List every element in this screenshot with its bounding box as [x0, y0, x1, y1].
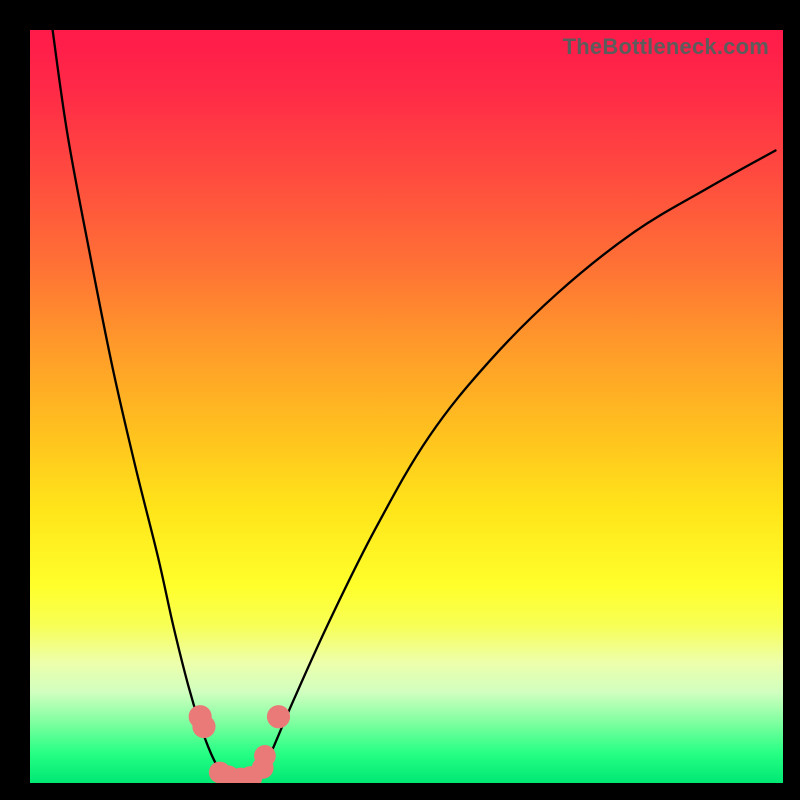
data-marker — [267, 705, 290, 728]
plot-area: TheBottleneck.com — [30, 30, 783, 783]
curve-right-branch — [260, 150, 776, 775]
curve-left-branch — [53, 30, 222, 775]
data-marker — [192, 715, 215, 738]
bottleneck-curve-svg — [30, 30, 783, 783]
curve-group — [53, 30, 776, 780]
chart-frame: TheBottleneck.com — [0, 0, 800, 800]
data-marker — [254, 745, 276, 767]
